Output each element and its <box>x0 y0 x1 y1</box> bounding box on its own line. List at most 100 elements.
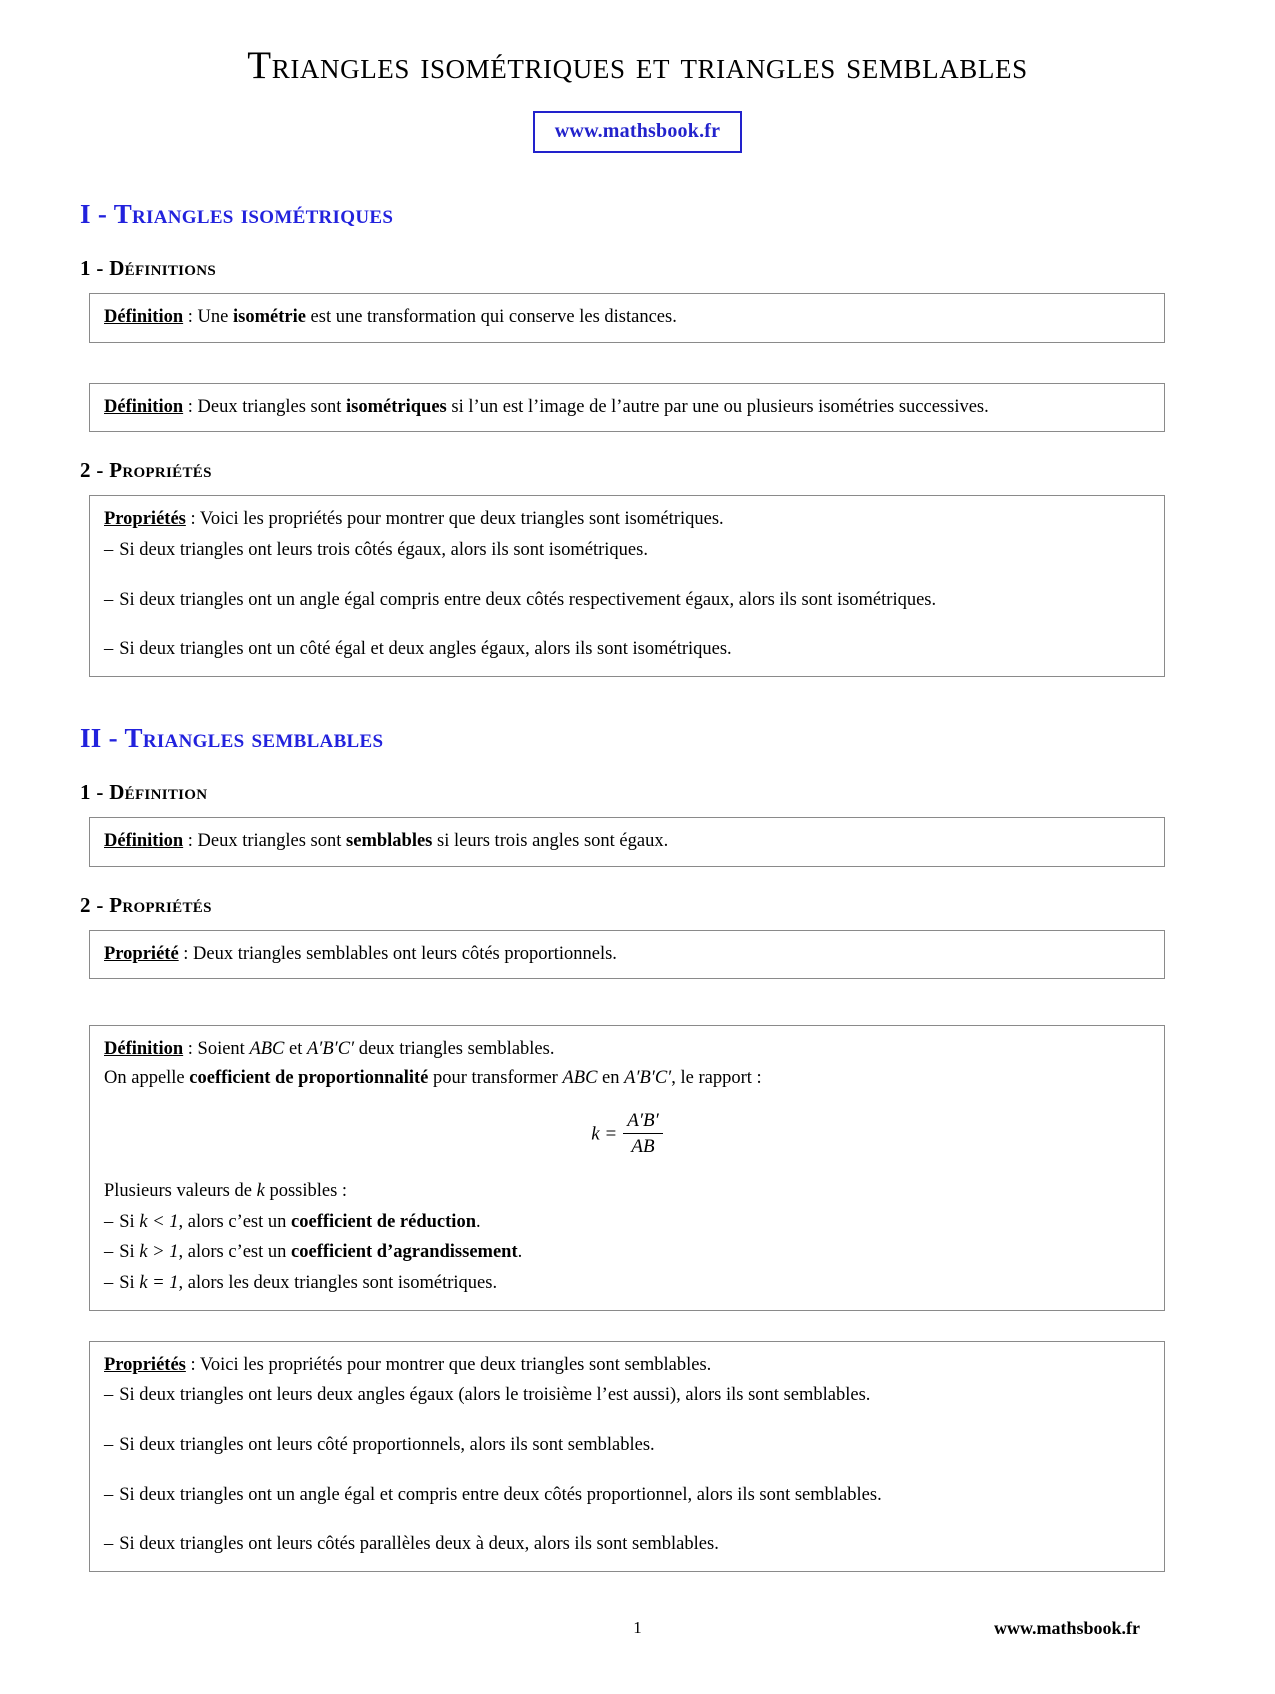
list-item: – Si deux triangles ont un angle égal et … <box>104 1481 1150 1510</box>
dash-marker: – <box>104 1211 114 1232</box>
box-separator: : <box>185 509 200 530</box>
list-item-text: Si deux triangles ont leurs trois côtés … <box>119 539 648 560</box>
list-item-text: Si deux triangles ont leurs côté proport… <box>119 1435 655 1456</box>
box-keyword: coefficient d’agrandissement <box>291 1242 518 1263</box>
text-fragment: possibles : <box>264 1181 348 1202</box>
dash-marker: – <box>104 1484 114 1505</box>
text-fragment: et <box>284 1039 307 1060</box>
box-intro-text: Voici les propriétés pour montrer que de… <box>199 509 724 530</box>
definition-box-isometrie: Définition : Une isométrie est une trans… <box>89 292 1165 343</box>
box-keyword: isométrie <box>232 306 306 327</box>
list-item: – Si deux triangles ont un angle égal com… <box>104 586 1150 615</box>
dash-marker: – <box>104 1435 114 1456</box>
section-heading-1: I - Triangles isométriques <box>80 198 394 229</box>
box-keyword: coefficient de réduction <box>291 1211 476 1232</box>
text-fragment: . <box>517 1242 523 1263</box>
math-variable-abc-prime: A′B′C′ <box>624 1067 672 1088</box>
subsection-heading-1-2: 2 - Propriétés <box>80 458 212 483</box>
values-intro-line: Plusieurs valeurs de k possibles : <box>104 1177 1150 1206</box>
box-keyword: semblables <box>346 830 433 851</box>
definition-box-semblables: Définition : Deux triangles sont semblab… <box>89 816 1165 867</box>
property-box-proportionnels: Propriété : Deux triangles semblables on… <box>89 929 1165 980</box>
fraction-denominator: AB <box>623 1133 663 1159</box>
text-fragment: , le rapport : <box>671 1067 762 1088</box>
box-separator: : <box>183 306 198 327</box>
math-condition: k < 1 <box>139 1211 179 1232</box>
list-item: – Si deux triangles ont leurs trois côtés… <box>104 536 1150 565</box>
dash-marker: – <box>104 639 114 660</box>
list-item: – Si k = 1, alors les deux triangles sont… <box>104 1269 1150 1298</box>
dash-marker: – <box>104 1273 114 1294</box>
list-item-text: Si deux triangles ont un angle égal et c… <box>119 1484 882 1505</box>
list-item-text: Si deux triangles ont leurs côtés parall… <box>119 1534 719 1555</box>
box-separator: : <box>183 830 198 851</box>
definition-box-triangles-isometriques: Définition : Deux triangles sont isométr… <box>89 382 1165 433</box>
list-item: – Si k > 1, alors c’est un coefficient d’… <box>104 1238 1150 1267</box>
footer-website[interactable]: www.mathsbook.fr <box>994 1618 1140 1639</box>
page-footer: 1 www.mathsbook.fr <box>0 1618 1275 1642</box>
box-text-b: si leurs trois angles sont égaux. <box>432 830 669 851</box>
list-item: – Si deux triangles ont leurs côté propor… <box>104 1431 1150 1460</box>
dash-marker: – <box>104 539 114 560</box>
box-lead-label: Propriétés <box>104 1354 186 1375</box>
formula-lhs: k = <box>591 1123 618 1145</box>
text-fragment: Plusieurs valeurs de <box>104 1181 257 1202</box>
text-fragment: Si <box>119 1242 140 1263</box>
math-variable-abc: ABC <box>562 1067 598 1088</box>
box-keyword: isométriques <box>346 396 447 417</box>
document-page: Triangles isométriques et triangles semb… <box>0 44 1275 1694</box>
list-item: – Si deux triangles ont un côté égal et d… <box>104 635 1150 664</box>
box-lead-label: Propriété <box>104 943 179 964</box>
box-intro-text: Voici les propriétés pour montrer que de… <box>199 1354 712 1375</box>
text-fragment: deux triangles semblables. <box>354 1039 555 1060</box>
fraction-numerator: A′B′ <box>627 1109 659 1131</box>
dash-marker: – <box>104 589 114 610</box>
box-lead-label: Définition <box>104 306 184 327</box>
definition-line-2: On appelle coefficient de proportionnali… <box>104 1064 1150 1093</box>
text-fragment: en <box>597 1067 625 1088</box>
text-fragment: Si <box>119 1211 140 1232</box>
box-gap <box>80 343 1195 371</box>
box-intro-line: Propriétés : Voici les propriétés pour m… <box>104 1351 1150 1380</box>
box-text: Deux triangles semblables ont leurs côté… <box>193 943 617 964</box>
box-keyword: coefficient de proportionnalité <box>189 1067 429 1088</box>
subsection-heading-2-2: 2 - Propriétés <box>80 892 212 917</box>
formula-k-ratio: k = A′B′ AB <box>104 1109 1150 1160</box>
box-separator: : <box>183 1039 198 1060</box>
box-gap <box>80 1311 1195 1329</box>
math-variable-abc-prime: A′B′C′ <box>307 1039 355 1060</box>
text-fragment: pour transformer <box>428 1067 563 1088</box>
text-fragment: , alors c’est un <box>178 1242 292 1263</box>
list-item: – Si k < 1, alors c’est un coefficient de… <box>104 1208 1150 1237</box>
math-condition: k > 1 <box>139 1242 179 1263</box>
box-separator: : <box>178 943 194 964</box>
box-text-b: si l’un est l’image de l’autre par une o… <box>446 396 989 417</box>
box-separator: : <box>185 1354 200 1375</box>
subsection-heading-1-1: 1 - Définitions <box>80 255 217 280</box>
box-text-b: est une transformation qui conserve les … <box>305 306 677 327</box>
math-condition: k = 1 <box>139 1273 179 1294</box>
box-text-a: Une <box>197 306 233 327</box>
list-item-text: Si deux triangles ont un angle égal comp… <box>119 589 937 610</box>
box-text-a: Deux triangles sont <box>197 830 347 851</box>
subsection-heading-2-1: 1 - Définition <box>80 779 208 804</box>
properties-box-semblables: Propriétés : Voici les propriétés pour m… <box>89 1340 1165 1573</box>
math-variable-abc: ABC <box>249 1039 285 1060</box>
box-lead-label: Définition <box>104 830 184 851</box>
fraction: A′B′ AB <box>623 1109 663 1160</box>
box-separator: : <box>183 396 198 417</box>
list-item-text: Si deux triangles ont leurs deux angles … <box>119 1385 871 1406</box>
section-heading-2: II - Triangles semblables <box>80 722 384 753</box>
box-intro-line: Propriétés : Voici les propriétés pour m… <box>104 505 1150 534</box>
website-badge[interactable]: www.mathsbook.fr <box>532 110 743 153</box>
definition-line-1: Définition : Soient ABC et A′B′C′ deux t… <box>104 1035 1150 1064</box>
text-fragment: Si <box>119 1273 140 1294</box>
dash-marker: – <box>104 1534 114 1555</box>
box-text-a: Deux triangles sont <box>197 396 347 417</box>
dash-marker: – <box>104 1242 114 1263</box>
math-variable-k: k <box>256 1181 265 1202</box>
page-title: Triangles isométriques et triangles semb… <box>247 44 1028 87</box>
text-fragment: , alors les deux triangles sont isométri… <box>178 1273 498 1294</box>
list-item-text: Si deux triangles ont un côté égal et de… <box>119 639 732 660</box>
dash-marker: – <box>104 1385 114 1406</box>
